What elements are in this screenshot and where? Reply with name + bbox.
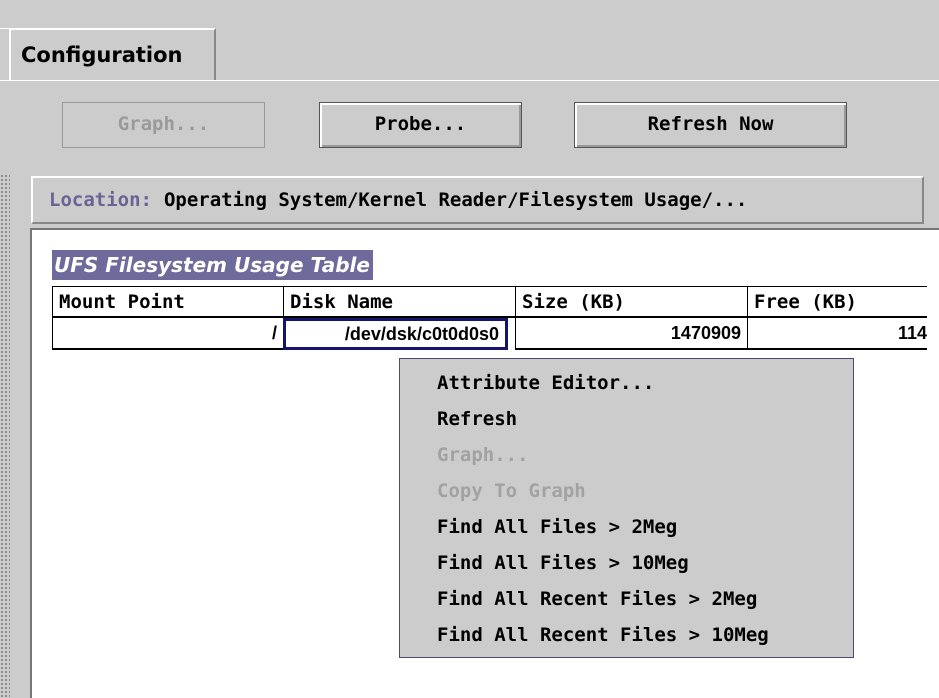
- cell-free[interactable]: 114: [747, 318, 927, 350]
- splitter-handle[interactable]: [0, 174, 10, 698]
- menu-item-refresh[interactable]: Refresh: [437, 401, 517, 437]
- tab-divider: [0, 80, 939, 81]
- menu-item-graph[interactable]: Graph...: [437, 437, 529, 473]
- probe-button[interactable]: Probe...: [319, 102, 522, 148]
- column-header-disk-name[interactable]: Disk Name: [283, 286, 515, 318]
- location-bar: Location: Operating System/Kernel Reader/…: [31, 176, 924, 224]
- column-header-mount-point[interactable]: Mount Point: [52, 286, 283, 318]
- cell-size[interactable]: 1470909: [515, 318, 747, 350]
- tab-strip-edge: [0, 28, 9, 81]
- cell-mount-point[interactable]: /: [52, 318, 283, 350]
- cell-disk-name-selected[interactable]: /dev/dsk/c0t0d0s0: [283, 318, 508, 350]
- menu-item-find-files-2meg[interactable]: Find All Files > 2Meg: [437, 509, 677, 545]
- menu-item-copy-to-graph[interactable]: Copy To Graph: [437, 473, 586, 509]
- location-label: Location:: [49, 189, 152, 211]
- column-header-free[interactable]: Free (KB): [747, 286, 927, 318]
- location-path: Operating System/Kernel Reader/Filesyste…: [163, 189, 748, 211]
- menu-item-find-recent-files-10meg[interactable]: Find All Recent Files > 10Meg: [437, 617, 769, 653]
- refresh-now-button[interactable]: Refresh Now: [574, 102, 847, 148]
- graph-button[interactable]: Graph...: [62, 102, 265, 148]
- column-header-size[interactable]: Size (KB): [515, 286, 747, 318]
- table-title: UFS Filesystem Usage Table: [52, 250, 373, 280]
- top-strip: [0, 0, 939, 28]
- menu-item-find-files-10meg[interactable]: Find All Files > 10Meg: [437, 545, 689, 581]
- tab-configuration[interactable]: Configuration: [9, 28, 216, 81]
- context-menu: Attribute Editor... Refresh Graph... Cop…: [399, 358, 854, 658]
- menu-item-find-recent-files-2meg[interactable]: Find All Recent Files > 2Meg: [437, 581, 757, 617]
- menu-item-attribute-editor[interactable]: Attribute Editor...: [437, 365, 654, 401]
